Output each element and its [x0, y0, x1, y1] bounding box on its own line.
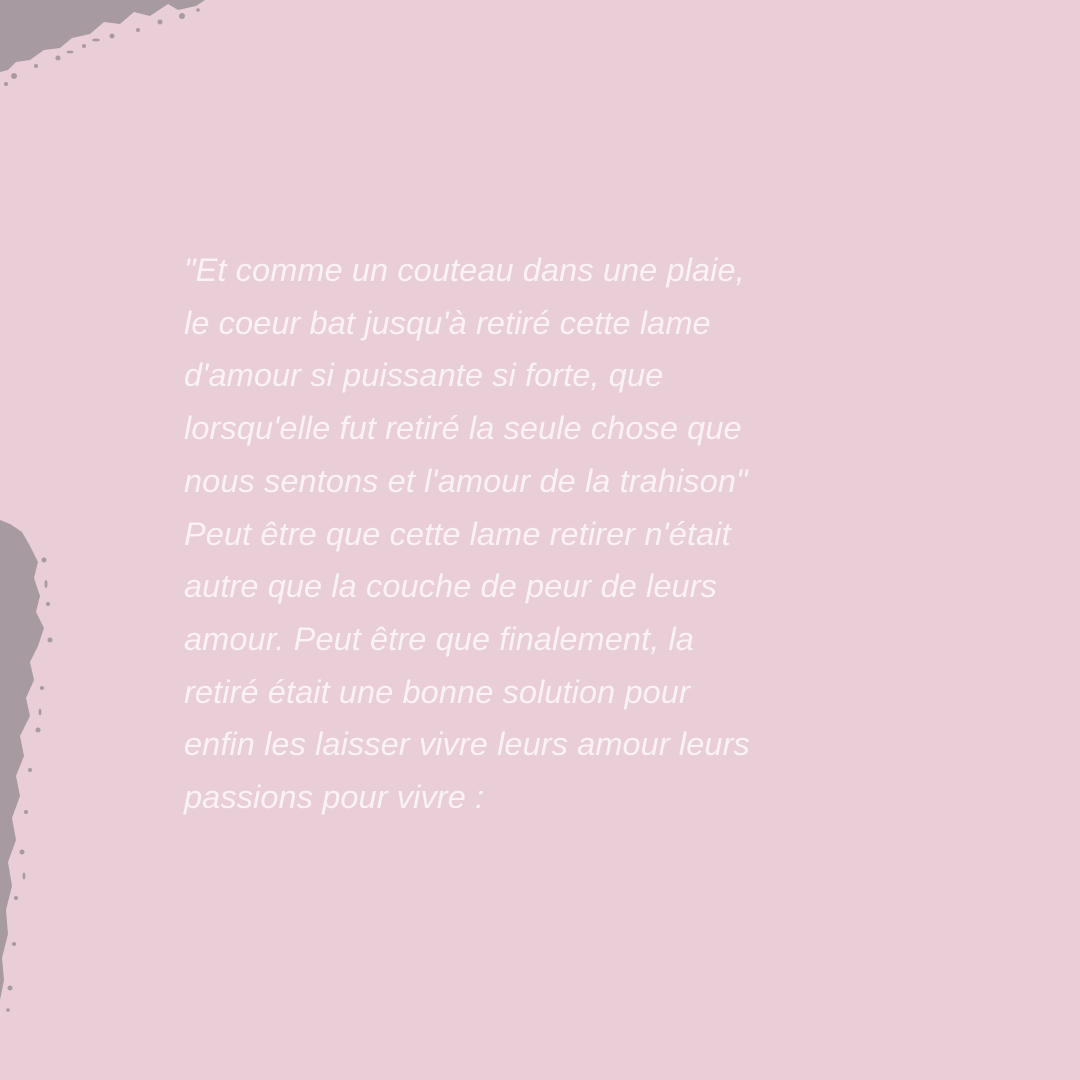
quote-line: autre que la couche de peur de leurs: [184, 568, 717, 605]
quote-line: Peut être que cette lame retirer n'était: [184, 515, 731, 552]
quote-line: nous sentons et l'amour de la trahison": [184, 462, 748, 499]
brush-stroke-top-left: [0, 0, 205, 72]
quote-line: "Et comme un couteau dans une plaie,: [184, 252, 745, 288]
quote-text-block: "Et comme un couteau dans une plaie, le …: [184, 244, 904, 824]
quote-line: retiré était une bonne solution pour: [184, 673, 690, 710]
brush-stroke-left: [0, 520, 44, 1000]
quote-line: lorsqu'elle fut retiré la seule chose qu…: [184, 410, 742, 447]
quote-line: enfin les laisser vivre leurs amour leur…: [184, 726, 750, 763]
quote-line: passions pour vivre :: [184, 779, 485, 816]
quote-line: d'amour si puissante si forte, que: [184, 357, 664, 394]
quote-line: amour. Peut être que finalement, la: [184, 620, 694, 657]
quote-line: le coeur bat jusqu'à retiré cette lame: [184, 304, 711, 341]
